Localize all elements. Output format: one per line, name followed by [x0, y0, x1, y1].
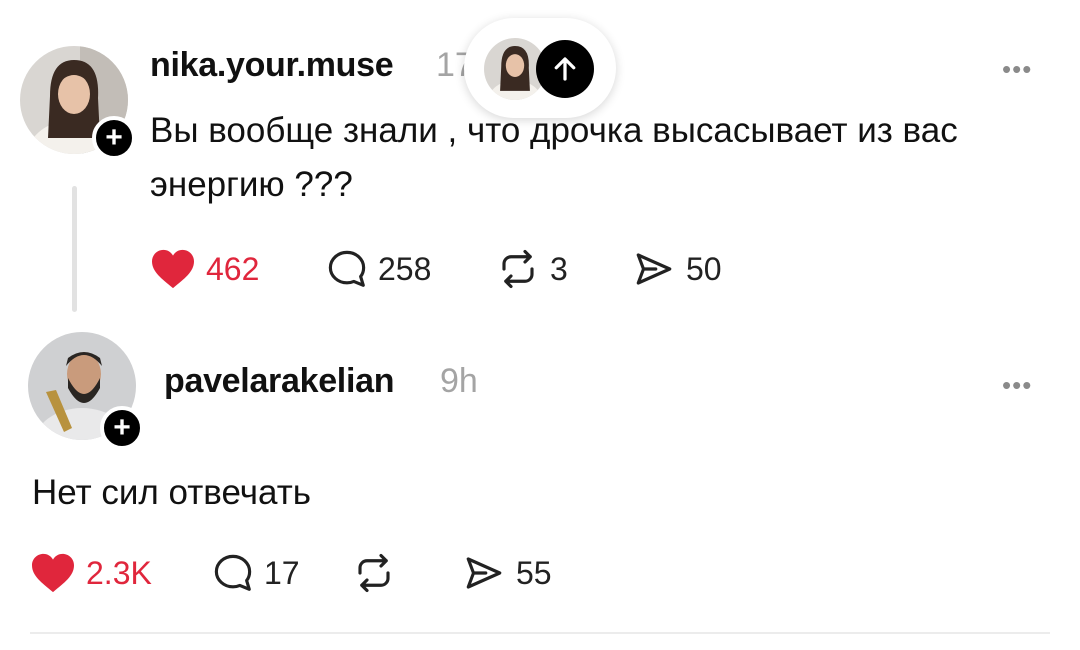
share-count: 55 [516, 554, 552, 591]
comment-button[interactable]: 258 [326, 248, 431, 290]
share-button[interactable]: 55 [462, 552, 552, 594]
comment-button[interactable]: 17 [212, 552, 300, 594]
comment-bubble-icon [214, 554, 252, 591]
arrow-up-icon [554, 57, 576, 81]
share-send-icon [636, 253, 672, 285]
repost-count: 3 [550, 250, 568, 287]
repost-button[interactable]: 3 [496, 248, 568, 290]
like-count: 462 [206, 250, 260, 287]
follow-button[interactable]: + [92, 116, 136, 160]
heart-icon [32, 553, 74, 593]
post-text-line-2: энергию ??? [150, 165, 353, 204]
comment-count: 258 [378, 250, 432, 287]
username[interactable]: pavelarakelian [164, 362, 394, 401]
comment-bubble-icon [328, 250, 366, 287]
scroll-up-button[interactable] [536, 40, 594, 98]
heart-icon [152, 249, 194, 289]
repost-button[interactable] [352, 552, 406, 594]
divider [30, 632, 1050, 634]
like-button[interactable]: 462 [150, 248, 259, 290]
post-text: Нет сил отвечать [32, 473, 311, 512]
repost-icon [358, 553, 390, 593]
username[interactable]: nika.your.muse [150, 46, 394, 85]
more-dots-icon[interactable]: ••• [1002, 372, 1032, 398]
plus-icon: + [113, 411, 131, 444]
like-count: 2.3K [86, 554, 152, 591]
follow-button[interactable]: + [100, 406, 144, 450]
comment-count: 17 [264, 554, 300, 591]
share-button[interactable]: 50 [632, 248, 722, 290]
thread-line [72, 186, 77, 312]
timestamp: 9h [440, 362, 478, 400]
share-count: 50 [686, 250, 722, 287]
more-dots-icon[interactable]: ••• [1002, 56, 1032, 82]
share-send-icon [466, 557, 502, 589]
plus-icon: + [105, 121, 123, 154]
scroll-to-top-pill[interactable] [464, 18, 616, 118]
like-button[interactable]: 2.3K [30, 552, 152, 594]
repost-icon [502, 249, 534, 289]
